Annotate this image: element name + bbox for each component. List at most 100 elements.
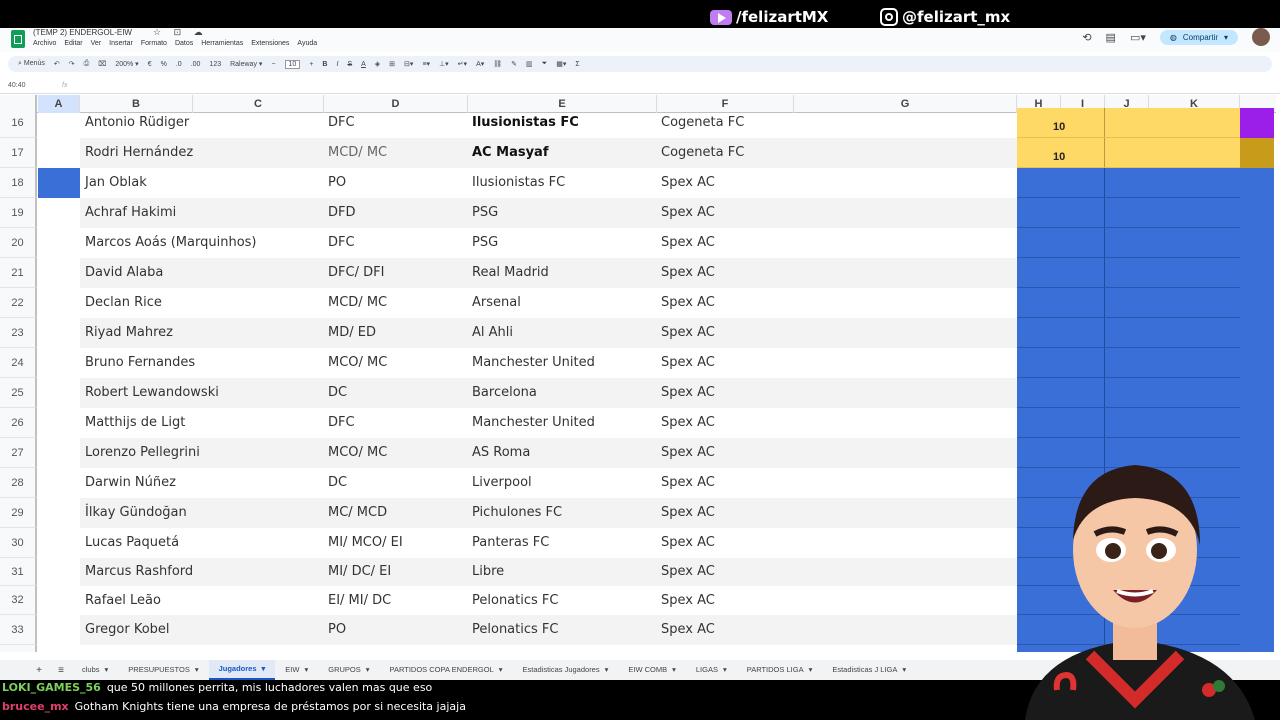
- player-name-cell[interactable]: Matthijs de Ligt: [85, 415, 185, 430]
- position-cell[interactable]: PO: [328, 622, 346, 637]
- position-cell[interactable]: MI/ DC/ EI: [328, 564, 391, 579]
- position-cell[interactable]: MD/ ED: [328, 325, 376, 340]
- table-row[interactable]: 21 David Alaba DFC/ DFI Real Madrid Spex AC: [0, 258, 1276, 288]
- undo-icon[interactable]: ↶: [54, 60, 60, 68]
- row-number[interactable]: 25: [0, 378, 37, 408]
- document-title[interactable]: (TEMP 2) ENDERGOL-EIW: [33, 28, 132, 37]
- merge-cells-icon[interactable]: ⊟▾: [404, 60, 413, 68]
- link-icon[interactable]: ⛓: [493, 60, 502, 68]
- row-number[interactable]: 34: [0, 645, 37, 652]
- tab-clubs[interactable]: clubs ▾: [72, 660, 118, 680]
- chevron-down-icon[interactable]: ▾: [366, 660, 370, 680]
- zoom-select[interactable]: 200% ▾: [115, 60, 138, 68]
- position-cell[interactable]: EI/ MI/ DC: [328, 593, 391, 608]
- team-cell[interactable]: Spex AC: [661, 325, 715, 340]
- status-highlight[interactable]: [1017, 408, 1240, 438]
- club-cell[interactable]: Pelonatics FC: [472, 622, 558, 637]
- player-name-cell[interactable]: Rafael Leão: [85, 593, 161, 608]
- position-cell[interactable]: DFC: [328, 415, 355, 430]
- position-cell[interactable]: MC/ MCD: [328, 505, 387, 520]
- club-cell[interactable]: AC Masyaf: [472, 145, 548, 160]
- status-highlight[interactable]: [1017, 138, 1240, 168]
- club-cell[interactable]: PSG: [472, 205, 498, 220]
- views-icon[interactable]: ▦▾: [556, 60, 566, 68]
- status-highlight[interactable]: [1017, 258, 1240, 288]
- row-number[interactable]: 22: [0, 288, 37, 318]
- comments-icon[interactable]: ▤: [1106, 31, 1116, 44]
- chevron-down-icon[interactable]: ▾: [902, 660, 906, 680]
- selected-cell-a18[interactable]: [38, 168, 80, 198]
- status-highlight[interactable]: [1017, 228, 1240, 258]
- tab-jugadores[interactable]: Jugadores ▾: [208, 660, 276, 680]
- percent-button[interactable]: %: [161, 61, 167, 68]
- row-number[interactable]: 16: [0, 108, 37, 138]
- team-cell[interactable]: Spex AC: [661, 445, 715, 460]
- title-action-icons[interactable]: ☆ ⊡ ☁: [153, 27, 208, 38]
- menu-item-ayuda[interactable]: Ayuda: [297, 40, 317, 47]
- currency-button[interactable]: €: [148, 61, 152, 68]
- redo-icon[interactable]: ↷: [69, 60, 75, 68]
- team-cell[interactable]: Spex AC: [661, 564, 715, 579]
- player-name-cell[interactable]: Marcos Aoás (Marquinhos): [85, 235, 257, 250]
- position-cell[interactable]: PO: [328, 175, 346, 190]
- chevron-down-icon[interactable]: ▾: [605, 660, 609, 680]
- team-cell[interactable]: Spex AC: [661, 475, 715, 490]
- club-cell[interactable]: Manchester United: [472, 415, 595, 430]
- meet-icon[interactable]: ▭▾: [1130, 31, 1146, 44]
- add-sheet-icon[interactable]: +: [28, 665, 50, 676]
- tab-partidos-liga[interactable]: PARTIDOS LIGA ▾: [737, 660, 823, 680]
- name-box[interactable]: 40:40: [8, 82, 26, 89]
- align-icon[interactable]: ≡▾: [422, 60, 430, 68]
- player-name-cell[interactable]: Achraf Hakimi: [85, 205, 176, 220]
- tab-grupos[interactable]: GRUPOS ▾: [318, 660, 379, 680]
- table-row[interactable]: 25 Robert Lewandowski DC Barcelona Spex AC: [0, 378, 1276, 408]
- text-color-icon[interactable]: A: [361, 61, 366, 68]
- font-select[interactable]: Raleway ▾: [230, 60, 262, 68]
- all-sheets-icon[interactable]: ≡: [50, 665, 72, 676]
- status-highlight[interactable]: [1017, 378, 1240, 408]
- position-cell[interactable]: DFC/ DFI: [328, 265, 384, 280]
- chevron-down-icon[interactable]: ▾: [672, 660, 676, 680]
- position-cell[interactable]: MCD/ MC: [328, 145, 387, 160]
- row-number[interactable]: 29: [0, 498, 37, 528]
- row-number[interactable]: 30: [0, 528, 37, 558]
- increase-decimals-button[interactable]: .00: [191, 61, 201, 68]
- sheets-logo-icon[interactable]: [11, 30, 25, 48]
- decrease-decimals-button[interactable]: .0: [176, 61, 182, 68]
- position-cell[interactable]: DFC: [328, 115, 355, 130]
- functions-icon[interactable]: Σ: [575, 61, 579, 68]
- team-cell[interactable]: Spex AC: [661, 205, 715, 220]
- table-row[interactable]: 26 Matthijs de Ligt DFC Manchester United S…: [0, 408, 1276, 438]
- club-cell[interactable]: Panteras FC: [472, 535, 549, 550]
- font-size-input[interactable]: 10: [284, 59, 301, 69]
- player-name-cell[interactable]: Gregor Kobel: [85, 622, 170, 637]
- row-number[interactable]: 21: [0, 258, 37, 288]
- strikethrough-icon[interactable]: S: [347, 61, 352, 68]
- chevron-down-icon[interactable]: ▾: [723, 660, 727, 680]
- player-name-cell[interactable]: Declan Rice: [85, 295, 162, 310]
- tab-ligas[interactable]: LIGAS ▾: [686, 660, 737, 680]
- row-number[interactable]: 17: [0, 138, 37, 168]
- font-size-decrease[interactable]: −: [271, 61, 275, 68]
- tab-eiw-comb[interactable]: EIW COMB ▾: [618, 660, 686, 680]
- position-cell[interactable]: MCD/ MC: [328, 295, 387, 310]
- row-number[interactable]: 24: [0, 348, 37, 378]
- account-avatar[interactable]: [1252, 28, 1270, 46]
- club-cell[interactable]: Arsenal: [472, 295, 521, 310]
- paint-format-icon[interactable]: ⌧: [98, 60, 106, 68]
- club-cell[interactable]: Barcelona: [472, 385, 537, 400]
- print-icon[interactable]: ⎙: [84, 60, 90, 68]
- font-size-increase[interactable]: +: [309, 61, 313, 68]
- menu-item-ver[interactable]: Ver: [91, 40, 102, 47]
- tab-presupuestos[interactable]: PRESUPUESTOS ▾: [118, 660, 208, 680]
- row-number[interactable]: 31: [0, 558, 37, 586]
- club-cell[interactable]: Pelonatics FC: [472, 593, 558, 608]
- team-cell[interactable]: Spex AC: [661, 622, 715, 637]
- score-cell[interactable]: 10: [1053, 121, 1065, 133]
- menu-item-editar[interactable]: Editar: [64, 40, 82, 47]
- player-name-cell[interactable]: Lorenzo Pellegrini: [85, 445, 200, 460]
- row-number[interactable]: 33: [0, 615, 37, 645]
- history-icon[interactable]: ⟲: [1082, 31, 1091, 44]
- status-highlight[interactable]: [1017, 198, 1240, 228]
- menu-item-archivo[interactable]: Archivo: [33, 40, 56, 47]
